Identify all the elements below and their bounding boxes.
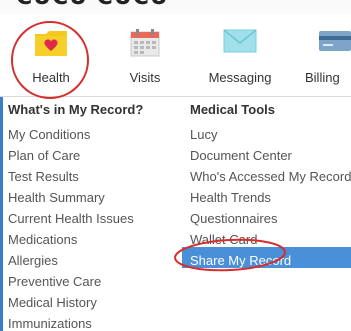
menu-item-plan-of-care[interactable]: Plan of Care [8,148,80,163]
menu-item-lucy[interactable]: Lucy [190,127,217,142]
calendar-icon [130,29,160,62]
menu-item-health-trends[interactable]: Health Trends [190,190,271,205]
menu-item-whos-accessed[interactable]: Who's Accessed My Record? [190,169,351,184]
menu-item-immunizations[interactable]: Immunizations [8,316,92,331]
menu-item-health-summary[interactable]: Health Summary [8,190,105,205]
cropped-header-text: CUCU CUCU [16,0,169,10]
tab-label-messaging: Messaging [208,70,272,85]
menu-item-medications[interactable]: Medications [8,232,77,247]
menu-item-questionnaires[interactable]: Questionnaires [190,211,277,226]
tab-messaging[interactable]: Messaging [190,14,290,96]
menu-item-current-health-issues[interactable]: Current Health Issues [8,211,134,226]
menu-item-wallet-card[interactable]: Wallet Card [190,232,257,247]
tab-billing[interactable]: Billing [285,14,351,96]
tab-visits[interactable]: Visits [95,14,195,96]
health-dropdown-menu: What's in My Record? My Conditions Plan … [0,96,351,331]
cropped-header-strip: CUCU CUCU [0,0,351,14]
folder-heart-icon [34,29,68,62]
menu-item-preventive-care[interactable]: Preventive Care [8,274,101,289]
tools-menu-heading: Medical Tools [190,102,275,117]
tab-label-health: Health [32,70,70,85]
menu-item-my-conditions[interactable]: My Conditions [8,127,90,142]
tab-label-billing: Billing [305,70,340,85]
menu-item-share-my-record[interactable]: Share My Record [190,253,291,268]
menu-left-accent [0,97,3,331]
tab-health[interactable]: Health [1,14,101,96]
menu-item-document-center[interactable]: Document Center [190,148,292,163]
record-menu-heading: What's in My Record? [8,102,144,117]
activity-tab-bar: Health Visits Messaging Billing [0,14,351,96]
envelope-icon [223,29,257,58]
menu-item-test-results[interactable]: Test Results [8,169,79,184]
menu-item-medical-history[interactable]: Medical History [8,295,97,310]
menu-item-allergies[interactable]: Allergies [8,253,58,268]
credit-card-icon [318,29,351,58]
tab-label-visits: Visits [129,70,161,85]
